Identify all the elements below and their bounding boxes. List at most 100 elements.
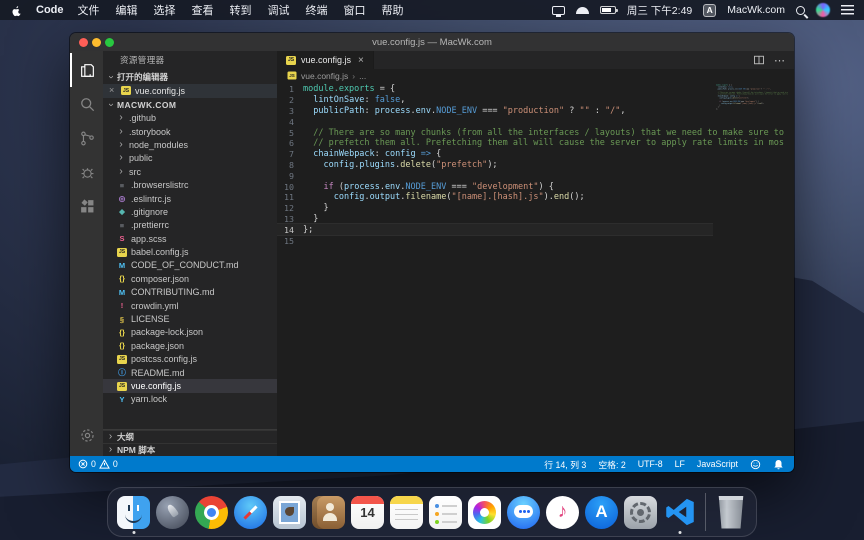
menubar-menu-item[interactable]: 查看 <box>192 2 214 18</box>
menubar-menu-item[interactable]: 终端 <box>306 2 328 18</box>
spotlight-search-icon[interactable] <box>796 6 805 15</box>
dock-launchpad[interactable] <box>156 496 189 529</box>
tree-file-app.scss[interactable]: Sapp.scss <box>103 232 277 245</box>
tree-file-postcss.config.js[interactable]: JSpostcss.config.js <box>103 353 277 366</box>
code-line[interactable]: 7 chainWebpack: config => { <box>277 149 713 160</box>
tree-folder-src[interactable]: ›src <box>103 165 277 178</box>
code-line[interactable]: 15 <box>277 235 713 246</box>
tree-folder-.storybook[interactable]: ›.storybook <box>103 125 277 138</box>
tree-folder-node_modules[interactable]: ›node_modules <box>103 138 277 151</box>
notification-center-icon[interactable] <box>841 5 854 15</box>
menubar-app-name[interactable]: Code <box>36 4 64 16</box>
tree-folder-.github[interactable]: ›.github <box>103 112 277 125</box>
minimap[interactable]: 1module.exports = {2 lintOnSave: false,3… <box>716 84 788 204</box>
code-line[interactable]: 2 lintOnSave: false, <box>277 95 713 106</box>
minimize-window-button[interactable] <box>92 38 101 47</box>
sidebar-section-大纲[interactable]: ›大纲 <box>103 430 277 443</box>
tree-file-package-lock.json[interactable]: {}package-lock.json <box>103 326 277 339</box>
dock-messages[interactable] <box>507 496 540 529</box>
dock-notes[interactable] <box>390 496 423 529</box>
code-line[interactable]: 5 // There are so many chunks (from all … <box>277 127 713 138</box>
code-line[interactable]: 13 } <box>277 214 713 225</box>
code-editor[interactable]: 1module.exports = {2 lintOnSave: false,3… <box>716 84 788 112</box>
open-editor-item[interactable]: × JS vue.config.js <box>103 84 277 98</box>
feedback-smiley-icon[interactable] <box>748 459 763 470</box>
menubar-menu-item[interactable]: 选择 <box>154 2 176 18</box>
close-editor-icon[interactable]: × <box>109 86 117 95</box>
breadcrumb[interactable]: JS vue.config.js › ... <box>277 69 794 82</box>
breadcrumb-file[interactable]: vue.config.js <box>301 71 348 81</box>
code-line[interactable]: 15 <box>716 110 788 112</box>
dock-calendar[interactable]: 14 <box>351 496 384 529</box>
siri-icon[interactable] <box>816 3 830 17</box>
dock-safari[interactable] <box>234 496 267 529</box>
code-line[interactable]: 14}; <box>277 224 713 235</box>
code-line[interactable]: 4 <box>277 116 713 127</box>
statusbar-eol[interactable]: LF <box>673 459 687 469</box>
dock-reminders[interactable] <box>429 496 462 529</box>
code-line[interactable]: 8 config.plugins.delete("prefetch"); <box>277 160 713 171</box>
menubar-clock[interactable]: 周三 下午2:49 <box>627 3 692 18</box>
breadcrumb-symbol[interactable]: ... <box>359 71 366 81</box>
close-window-button[interactable] <box>79 38 88 47</box>
tree-file-README.md[interactable]: ⓘREADME.md <box>103 366 277 379</box>
statusbar-encoding[interactable]: UTF-8 <box>636 459 665 469</box>
tree-file-crowdin.yml[interactable]: !crowdin.yml <box>103 299 277 312</box>
tree-file-CODE_OF_CONDUCT.md[interactable]: MCODE_OF_CONDUCT.md <box>103 259 277 272</box>
tab-vue-config[interactable]: JS vue.config.js × <box>277 51 374 69</box>
editor-more-actions-icon[interactable]: ⋯ <box>774 54 786 67</box>
tree-file-.gitignore[interactable]: ◆.gitignore <box>103 205 277 218</box>
dock-appstore[interactable] <box>585 496 618 529</box>
input-source-badge[interactable]: A <box>703 4 716 17</box>
dock-photos[interactable] <box>468 496 501 529</box>
settings-gear-icon[interactable] <box>70 418 103 452</box>
menubar-menu-item[interactable]: 调试 <box>268 2 290 18</box>
tree-file-LICENSE[interactable]: §LICENSE <box>103 312 277 325</box>
explorer-icon[interactable] <box>70 53 103 87</box>
menubar-brand-text[interactable]: MacWk.com <box>727 4 785 16</box>
dock-settings[interactable] <box>624 496 657 529</box>
dock-music[interactable] <box>546 496 579 529</box>
dock-mail[interactable] <box>273 496 306 529</box>
menubar-menu-item[interactable]: 转到 <box>230 2 252 18</box>
menubar-menu-item[interactable]: 编辑 <box>116 2 138 18</box>
statusbar-cursor-position[interactable]: 行 14, 列 3 <box>542 458 588 471</box>
project-root-header[interactable]: › MACWK.COM <box>103 98 277 112</box>
debug-icon[interactable] <box>70 155 103 189</box>
search-icon[interactable] <box>70 87 103 121</box>
menubar-menu-item[interactable]: 帮助 <box>382 2 404 18</box>
wifi-icon[interactable] <box>576 7 589 14</box>
menubar-menu-item[interactable]: 文件 <box>78 2 100 18</box>
sidebar-section-NPM 脚本[interactable]: ›NPM 脚本 <box>103 443 277 456</box>
dock-contacts[interactable] <box>312 496 345 529</box>
source-control-icon[interactable] <box>70 121 103 155</box>
tree-folder-public[interactable]: ›public <box>103 152 277 165</box>
split-editor-icon[interactable] <box>753 54 765 66</box>
dock-finder[interactable] <box>117 496 150 529</box>
tree-file-.browserslistrc[interactable]: ≡.browserslistrc <box>103 178 277 191</box>
extensions-icon[interactable] <box>70 189 103 223</box>
code-editor[interactable]: 1module.exports = {2 lintOnSave: false,3… <box>277 84 713 246</box>
code-line[interactable]: 10 if (process.env.NODE_ENV === "develop… <box>277 181 713 192</box>
tree-file-composer.json[interactable]: {}composer.json <box>103 272 277 285</box>
tree-file-CONTRIBUTING.md[interactable]: MCONTRIBUTING.md <box>103 286 277 299</box>
tree-file-.eslintrc.js[interactable]: ◎.eslintrc.js <box>103 192 277 205</box>
code-line[interactable]: 12 } <box>277 203 713 214</box>
code-line[interactable]: 11 config.output.filename("[name].[hash]… <box>277 192 713 203</box>
tree-file-.prettierrc[interactable]: ≡.prettierrc <box>103 219 277 232</box>
zoom-window-button[interactable] <box>105 38 114 47</box>
tree-file-package.json[interactable]: {}package.json <box>103 339 277 352</box>
tree-file-vue.config.js[interactable]: JSvue.config.js <box>103 379 277 392</box>
statusbar-indentation[interactable]: 空格: 2 <box>596 458 627 471</box>
dock-chrome[interactable] <box>195 496 228 529</box>
dock-trash[interactable] <box>717 496 745 529</box>
problems-indicator[interactable]: 0 0 <box>78 459 118 469</box>
menubar-menu-item[interactable]: 窗口 <box>344 2 366 18</box>
open-editors-header[interactable]: › 打开的编辑器 <box>103 70 277 84</box>
code-line[interactable]: 1module.exports = { <box>277 84 713 95</box>
dock-vscode[interactable] <box>663 496 696 529</box>
window-titlebar[interactable]: vue.config.js — MacWk.com <box>70 33 794 51</box>
apple-menu-icon[interactable] <box>10 4 22 17</box>
display-status-icon[interactable] <box>552 6 565 15</box>
tree-file-yarn.lock[interactable]: Yyarn.lock <box>103 393 277 406</box>
